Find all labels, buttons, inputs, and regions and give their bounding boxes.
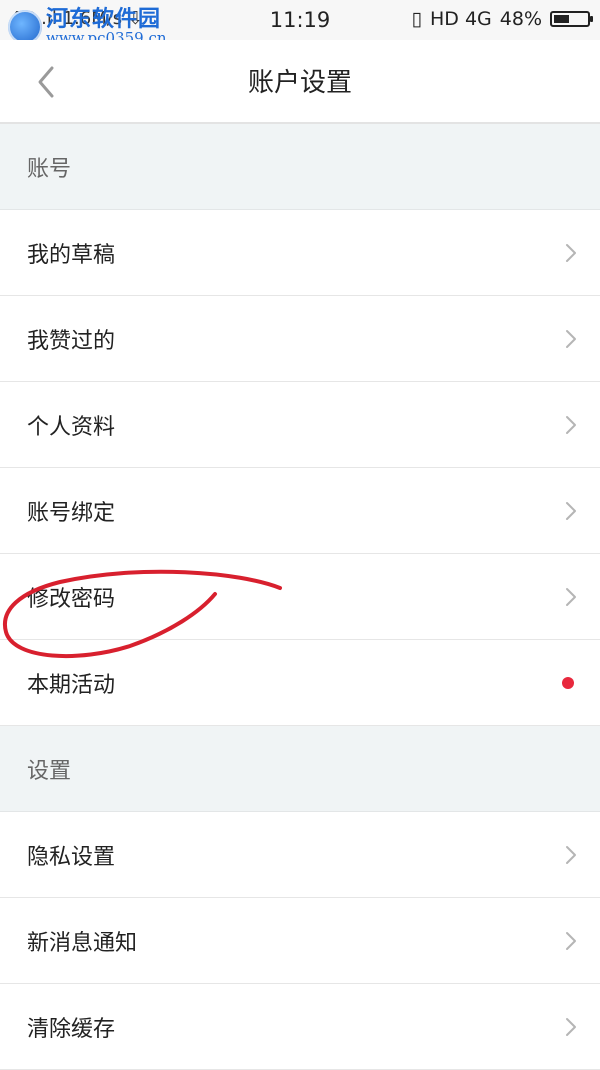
row-message-notifications[interactable]: 新消息通知: [0, 898, 600, 984]
row-change-password[interactable]: 修改密码: [0, 554, 600, 640]
navigation-bar: 账户设置: [0, 40, 600, 124]
row-label: 修改密码: [27, 586, 116, 612]
row-label: 我赞过的: [27, 328, 116, 354]
vibrate-icon: ▯: [411, 8, 422, 30]
row-account-binding[interactable]: 账号绑定: [0, 468, 600, 554]
chevron-right-icon: [566, 329, 576, 348]
notification-dot: [562, 676, 574, 689]
row-clear-cache[interactable]: 清除缓存: [0, 984, 600, 1070]
network-type: HD 4G: [429, 8, 492, 30]
row-label: 新消息通知: [27, 930, 138, 956]
row-privacy-settings[interactable]: 隐私设置: [0, 812, 600, 898]
chevron-right-icon: [566, 587, 576, 606]
row-label: 个人资料: [27, 414, 116, 440]
row-label: 本期活动: [27, 672, 116, 698]
chevron-right-icon: [566, 243, 576, 262]
row-liked[interactable]: 我赞过的: [0, 296, 600, 382]
row-label: 隐私设置: [27, 844, 116, 870]
row-current-activity[interactable]: 本期活动: [0, 640, 600, 726]
row-label: 账号绑定: [27, 500, 116, 526]
battery-icon: [550, 11, 593, 27]
page-title: 账户设置: [247, 68, 352, 98]
section-header-settings: 设置: [0, 726, 600, 812]
battery-percent: 48%: [499, 8, 542, 30]
section-header-account: 账号: [0, 124, 600, 210]
chevron-right-icon: [566, 501, 576, 520]
chevron-right-icon: [566, 931, 576, 950]
status-right: ▯ HD 4G 48%: [411, 8, 593, 30]
row-drafts[interactable]: 我的草稿: [0, 210, 600, 296]
chevron-right-icon: [566, 845, 576, 864]
row-profile[interactable]: 个人资料: [0, 382, 600, 468]
chevron-right-icon: [566, 1017, 576, 1036]
settings-list: 账号 我的草稿 我赞过的 个人资料 账号绑定 修改密码 本期活动 设置 隐私设置…: [0, 124, 600, 1070]
row-label: 我的草稿: [27, 242, 116, 268]
status-bar: 4G .ıl 1.6M/s ⇩ 11:19 ▯ HD 4G 48%: [0, 0, 600, 40]
chevron-right-icon: [566, 415, 576, 434]
row-label: 清除缓存: [27, 1016, 116, 1042]
